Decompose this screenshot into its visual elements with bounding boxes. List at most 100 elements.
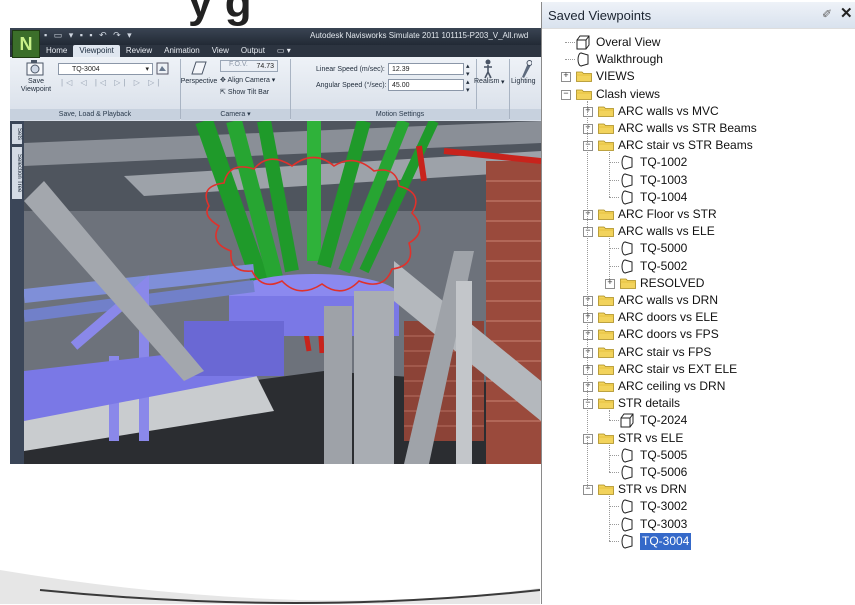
tree-viewpoint-item[interactable]: Overal View	[542, 34, 855, 51]
tree-folder-item[interactable]: + ARC walls vs MVC	[542, 103, 855, 120]
tree-viewpoint-item[interactable]: TQ-5002	[542, 258, 855, 275]
tree-viewpoint-item[interactable]: TQ-2024	[542, 412, 855, 429]
tree-folder-item[interactable]: − Clash views	[542, 86, 855, 103]
tree-item-label: TQ-5000	[640, 241, 688, 256]
playback-controls[interactable]: |◁ ◁ |◁ ▷| ▷ ▷|	[61, 78, 162, 87]
tab-animation[interactable]: Animation	[158, 45, 206, 57]
tree-item-label: TQ-5002	[640, 258, 688, 273]
viewpoint-icon	[576, 52, 590, 67]
expand-icon[interactable]: +	[583, 364, 593, 375]
tab-view[interactable]: View	[206, 45, 235, 57]
folder-icon	[598, 432, 614, 444]
folder-icon	[576, 88, 592, 100]
expand-icon[interactable]: +	[583, 124, 593, 134]
expand-icon[interactable]: +	[583, 382, 593, 392]
viewpoint-icon	[620, 173, 634, 188]
tab-home[interactable]: Home	[40, 45, 73, 57]
expand-icon[interactable]: +	[583, 330, 593, 341]
tree-folder-item[interactable]: + ARC doors vs FPS	[542, 326, 855, 343]
3d-viewport[interactable]	[24, 121, 541, 464]
tree-folder-item[interactable]: + ARC doors vs ELE	[542, 309, 855, 326]
close-icon[interactable]: ✕	[840, 4, 853, 22]
tab-output[interactable]: Output	[235, 45, 271, 57]
ribbon: Save Viewpoint TQ-3004 ▾ |◁ ◁ |◁ ▷| ▷ ▷|…	[10, 57, 541, 122]
tree-viewpoint-item[interactable]: Walkthrough	[542, 51, 855, 68]
tree-item-label: TQ-2024	[640, 413, 688, 428]
viewpoint-icon	[620, 259, 634, 274]
expand-icon[interactable]: +	[583, 106, 593, 117]
tree-folder-item[interactable]: + ARC walls vs DRN	[542, 292, 855, 309]
realism-dropdown[interactable]: ▾	[501, 78, 505, 86]
tree-viewpoint-item[interactable]: TQ-5000	[542, 240, 855, 257]
tree-connector	[609, 472, 619, 473]
angular-speed-spinner[interactable]: ▴ ▾	[466, 78, 470, 94]
viewpoint-options-icon[interactable]	[156, 62, 169, 75]
window-title: Autodesk Navisworks Simulate 2011 101115…	[310, 31, 529, 40]
tab-review[interactable]: Review	[120, 45, 158, 57]
collapse-icon[interactable]: −	[561, 89, 571, 100]
tree-viewpoint-item[interactable]: TQ-1004	[542, 189, 855, 206]
viewpoint-dropdown[interactable]: TQ-3004 ▾	[58, 63, 153, 75]
angular-speed-field[interactable]: 45.00	[388, 79, 464, 91]
folder-icon	[598, 397, 614, 410]
tree-folder-item[interactable]: + ARC walls vs STR Beams	[542, 120, 855, 137]
panel-camera[interactable]: Camera ▾	[181, 109, 290, 120]
expand-icon[interactable]: +	[583, 296, 593, 306]
tab-viewpoint[interactable]: Viewpoint	[73, 45, 120, 57]
tree-folder-item[interactable]: − STR details	[542, 395, 855, 412]
linear-speed-spinner[interactable]: ▴ ▾	[466, 62, 470, 78]
save-viewpoint-button[interactable]: Save Viewpoint	[14, 78, 58, 94]
tree-folder-item[interactable]: + ARC stair vs EXT ELE	[542, 361, 855, 378]
lighting-button[interactable]: Lighting	[511, 78, 536, 85]
tree-viewpoint-item[interactable]: TQ-3003	[542, 516, 855, 533]
expand-icon[interactable]: +	[605, 278, 615, 289]
tree-folder-item[interactable]: + ARC Floor vs STR	[542, 206, 855, 223]
collapse-icon[interactable]: −	[583, 433, 593, 444]
fov-field[interactable]: 74.73	[220, 60, 278, 72]
tree-item-label: ARC stair vs FPS	[618, 344, 712, 359]
tree-connector	[609, 444, 610, 472]
tree-folder-item[interactable]: + ARC stair vs FPS	[542, 344, 855, 361]
viewpoint-icon	[620, 534, 634, 549]
collapse-icon[interactable]: −	[583, 141, 593, 152]
perspective-button[interactable]: Perspective	[180, 78, 218, 85]
tree-viewpoint-item[interactable]: TQ-1003	[542, 172, 855, 189]
tree-folder-item[interactable]: − ARC walls vs ELE	[542, 223, 855, 240]
collapse-icon[interactable]: −	[583, 485, 593, 496]
expand-icon[interactable]: +	[561, 72, 571, 83]
viewpoint-icon	[620, 499, 634, 514]
pin-icon[interactable]: ✐	[822, 7, 832, 21]
expand-icon[interactable]: +	[583, 313, 593, 324]
camera-3d-viewpoint-icon	[620, 413, 634, 428]
realism-icon	[484, 59, 492, 79]
realism-button[interactable]: Realism	[474, 78, 499, 85]
tree-folder-item[interactable]: + ARC ceiling vs DRN	[542, 378, 855, 395]
tree-viewpoint-item[interactable]: TQ-3002	[542, 498, 855, 515]
tree-folder-item[interactable]: − STR vs ELE	[542, 430, 855, 447]
viewpoint-icon	[620, 465, 634, 480]
side-panel-strip: Sets Selection Tree	[10, 121, 24, 464]
tree-folder-item[interactable]: + VIEWS	[542, 68, 855, 85]
tree-viewpoint-item[interactable]: TQ-5006	[542, 464, 855, 481]
ribbon-options-icon[interactable]: ▭ ▾	[271, 45, 297, 57]
app-menu-button[interactable]: N	[12, 30, 40, 58]
expand-icon[interactable]: +	[583, 347, 593, 358]
linear-speed-field[interactable]: 12.39	[388, 63, 464, 75]
viewpoint-icon	[620, 241, 634, 256]
expand-icon[interactable]: +	[583, 210, 593, 220]
tab-sets[interactable]: Sets	[12, 124, 22, 144]
collapse-icon[interactable]: −	[583, 399, 593, 410]
align-camera-button[interactable]: ✥ Align Camera ▾	[220, 76, 275, 84]
tree-viewpoint-item[interactable]: TQ-5005	[542, 447, 855, 464]
quick-access-toolbar[interactable]: ▪ ▭ ▾ ▪ ▪ ↶ ↷ ▾	[44, 30, 134, 41]
tab-selection-tree[interactable]: Selection Tree	[12, 147, 22, 199]
show-tilt-bar-button[interactable]: ⇱ Show Tilt Bar	[220, 88, 269, 96]
tree-folder-item[interactable]: − ARC stair vs STR Beams	[542, 137, 855, 154]
tree-viewpoint-item[interactable]: TQ-1002	[542, 154, 855, 171]
tree-item-label: Walkthrough	[596, 52, 663, 67]
tree-folder-item[interactable]: − STR vs DRN	[542, 481, 855, 498]
tree-viewpoint-item[interactable]: TQ-3004	[542, 532, 855, 550]
tree-connector	[609, 162, 619, 164]
collapse-icon[interactable]: −	[583, 227, 593, 238]
tree-folder-item[interactable]: + RESOLVED	[542, 275, 855, 292]
